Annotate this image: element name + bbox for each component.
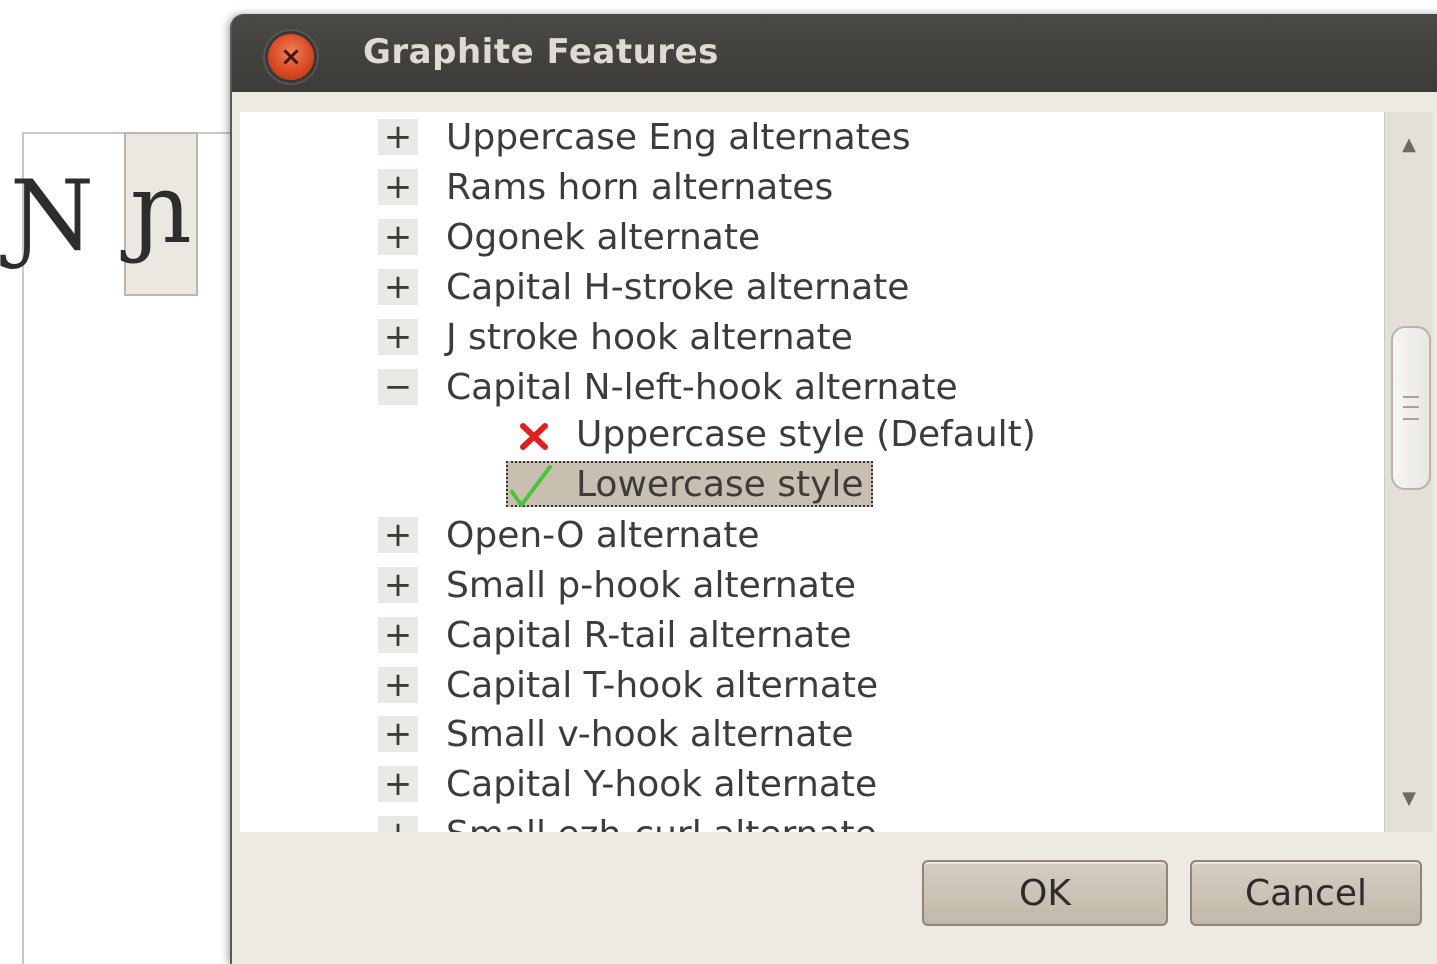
- tree-row-label: Uppercase Eng alternates: [446, 116, 911, 158]
- tree-row-label: Capital R-tail alternate: [446, 614, 852, 656]
- tree-row-label: Small v-hook alternate: [446, 713, 854, 755]
- tree-row-label: Capital Y-hook alternate: [446, 763, 878, 805]
- expand-icon[interactable]: +: [378, 169, 418, 205]
- tree-row-label: J stroke hook alternate: [446, 316, 853, 358]
- collapse-icon[interactable]: −: [378, 369, 418, 405]
- expand-icon[interactable]: +: [378, 219, 418, 255]
- tree-child-label: Uppercase style (Default): [576, 413, 1036, 455]
- cancel-button[interactable]: Cancel: [1190, 860, 1422, 926]
- grip-icon: [1403, 396, 1419, 420]
- close-button[interactable]: ×: [268, 34, 314, 80]
- expand-icon[interactable]: +: [378, 567, 418, 603]
- document-glyphs: Ɲ ɲ: [10, 132, 198, 296]
- tree-row-label: Capital N-left-hook alternate: [446, 366, 958, 408]
- tree-row-label: Small ezh-curl alternate: [446, 814, 877, 833]
- cross-icon: [512, 414, 556, 458]
- document-glyph-n-lowercase-selected[interactable]: ɲ: [124, 132, 198, 296]
- dialog-title: Graphite Features: [363, 32, 719, 72]
- check-icon: [508, 463, 552, 507]
- feature-tree[interactable]: + Uppercase Eng alternates + Rams horn a…: [240, 112, 1420, 832]
- expand-icon[interactable]: +: [378, 766, 418, 802]
- tree-row-label: Rams horn alternates: [446, 166, 834, 208]
- ok-button[interactable]: OK: [922, 860, 1168, 926]
- title-bar: × Graphite Features: [232, 14, 1437, 92]
- expand-icon[interactable]: +: [378, 617, 418, 653]
- tree-row-label: Open-O alternate: [446, 514, 760, 556]
- expand-icon[interactable]: +: [378, 269, 418, 305]
- expand-icon[interactable]: +: [378, 517, 418, 553]
- tree-row-label: Capital H-stroke alternate: [446, 266, 910, 308]
- graphite-features-dialog: × Graphite Features + Uppercase Eng alte…: [230, 14, 1437, 964]
- tree-row-label: Ogonek alternate: [446, 216, 761, 258]
- expand-icon[interactable]: +: [378, 816, 418, 832]
- tree-child-label: Lowercase style: [576, 463, 864, 505]
- document-glyph-n-hook: Ɲ: [10, 160, 94, 272]
- scroll-thumb[interactable]: [1391, 326, 1431, 490]
- close-icon: ×: [280, 42, 302, 72]
- expand-icon[interactable]: +: [378, 119, 418, 155]
- expand-icon[interactable]: +: [378, 716, 418, 752]
- scroll-down-icon[interactable]: ▼: [1385, 778, 1433, 818]
- scroll-up-icon[interactable]: ▲: [1385, 124, 1433, 164]
- tree-row-label: Capital T-hook alternate: [446, 664, 879, 706]
- expand-icon[interactable]: +: [378, 667, 418, 703]
- vertical-scrollbar[interactable]: ▲ ▼: [1384, 112, 1433, 832]
- tree-row-label: Small p-hook alternate: [446, 564, 857, 606]
- expand-icon[interactable]: +: [378, 319, 418, 355]
